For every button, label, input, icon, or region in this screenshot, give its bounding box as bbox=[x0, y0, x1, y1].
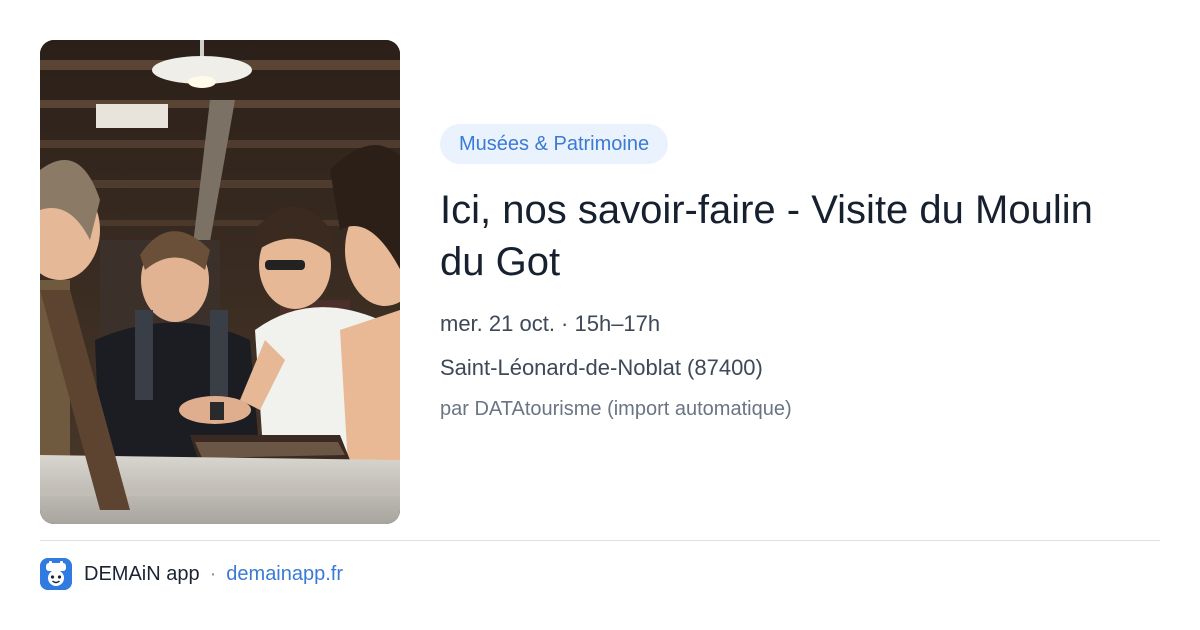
category-badge[interactable]: Musées & Patrimoine bbox=[440, 124, 669, 164]
footer-separator: · bbox=[209, 562, 217, 585]
event-source: par DATAtourisme (import automatique) bbox=[440, 398, 792, 420]
event-photo[interactable] bbox=[40, 40, 400, 524]
event-location: Saint-Léonard-de-Noblat (87400) bbox=[440, 355, 763, 380]
footer-divider bbox=[40, 540, 1160, 541]
event-details: Musées & Patrimoine Ici, nos savoir-fair… bbox=[440, 124, 1160, 422]
event-title[interactable]: Ici, nos savoir-faire - Visite du Moulin… bbox=[440, 184, 1120, 288]
app-name: DEMAiN app bbox=[84, 562, 200, 585]
event-share-card: Musées & Patrimoine Ici, nos savoir-fair… bbox=[0, 0, 1200, 630]
app-website-link[interactable]: demainapp.fr bbox=[226, 563, 343, 586]
demain-app-logo-icon[interactable] bbox=[40, 558, 72, 590]
footer: DEMAiN app · demainapp.fr bbox=[40, 558, 343, 590]
event-photo-image bbox=[40, 40, 400, 524]
event-datetime: mer. 21 oct. · 15h–17h bbox=[440, 311, 661, 336]
